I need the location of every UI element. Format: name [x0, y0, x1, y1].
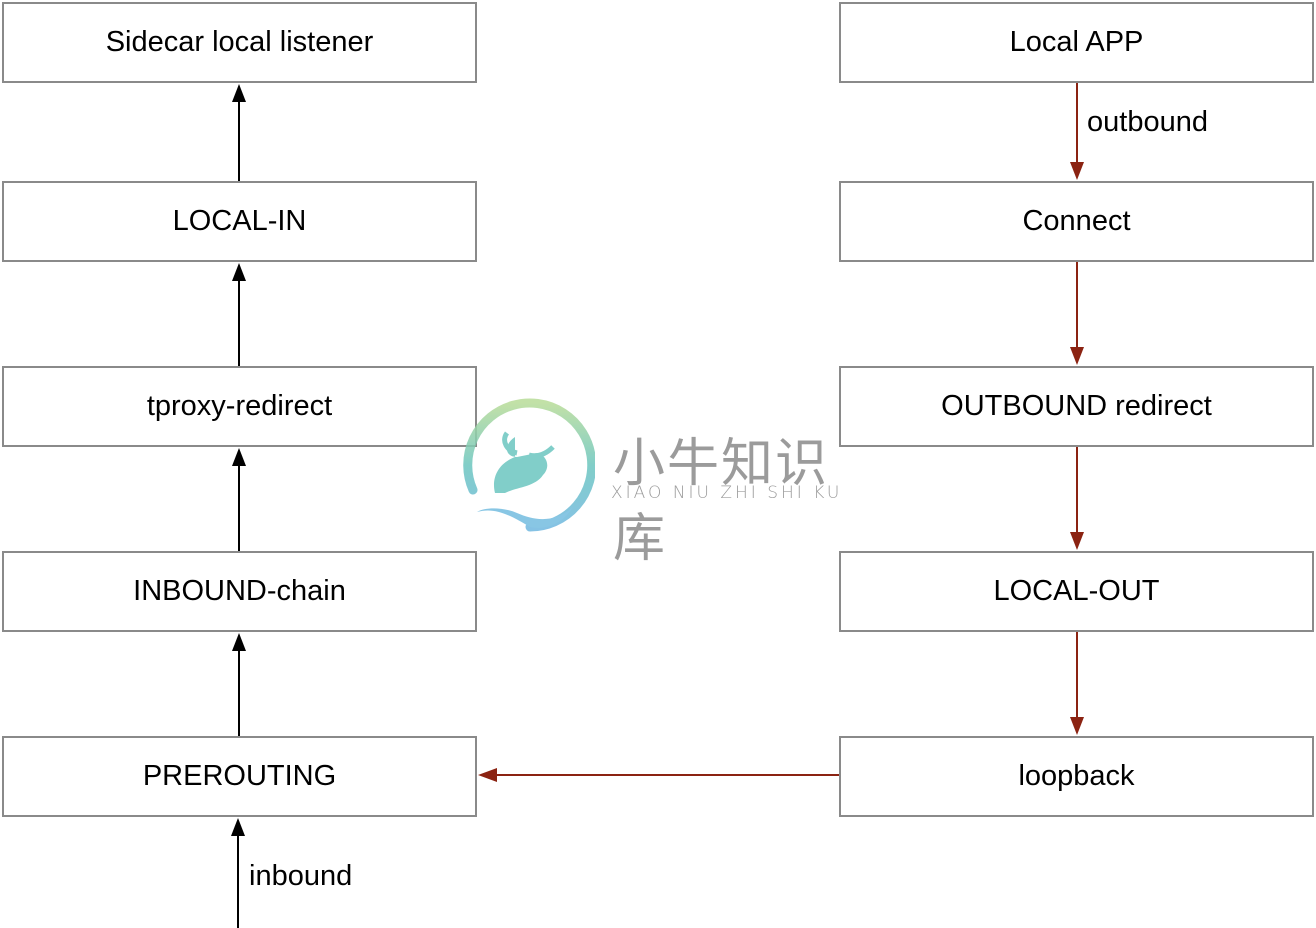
arrowhead	[1070, 162, 1084, 180]
arrowhead	[1070, 717, 1084, 735]
inbound-label: inbound	[249, 860, 353, 892]
outbound-label: outbound	[1087, 106, 1208, 138]
left-arrows	[231, 84, 246, 928]
arrowhead	[1070, 347, 1084, 365]
watermark: 小牛知识库 XIAO NIU ZHI SHI KU	[455, 395, 855, 569]
arrowhead	[232, 448, 246, 466]
arrowhead	[232, 84, 246, 102]
watermark-logo-icon	[463, 398, 595, 532]
arrowhead	[231, 818, 245, 836]
arrowhead	[232, 633, 246, 651]
arrowhead	[232, 263, 246, 281]
arrowhead	[1070, 532, 1084, 550]
watermark-en-text: XIAO NIU ZHI SHI KU	[611, 483, 843, 503]
arrowhead	[478, 768, 497, 782]
